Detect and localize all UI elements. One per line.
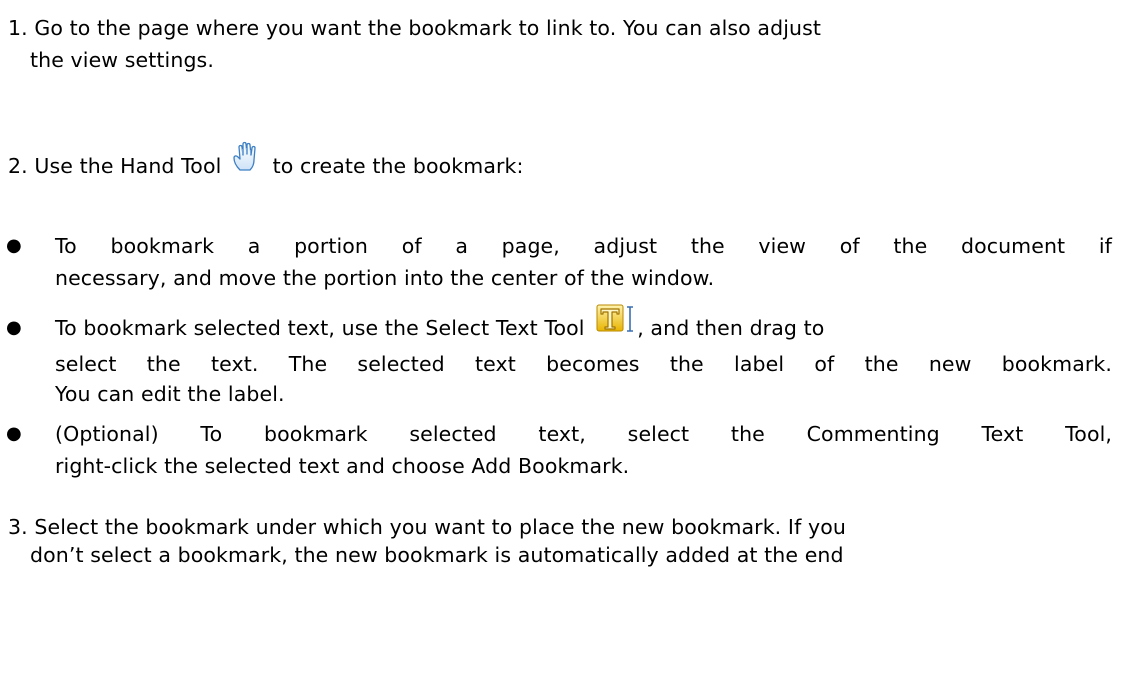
- step-3-number: 3.: [8, 515, 28, 539]
- step-1-line-1: 1. Go to the page where you want the boo…: [8, 14, 821, 42]
- bullet-1-marker: ●: [6, 235, 22, 256]
- step-1-line-2: the view settings.: [30, 48, 214, 72]
- bullet-1-line-1: To bookmark a portion of a page, adjust …: [55, 234, 1112, 258]
- step-2-line: 2. Use the Hand Tool to create the bookm…: [8, 141, 524, 180]
- step-3-line-2: don’t select a bookmark, the new bookmar…: [30, 543, 844, 567]
- step-3-line-1: 3. Select the bookmark under which you w…: [8, 513, 846, 541]
- step-3-text: Select the bookmark under which you want…: [34, 515, 846, 539]
- step-1-text: Go to the page where you want the bookma…: [34, 16, 822, 40]
- select-text-tool-icon: [595, 302, 637, 336]
- bullet-2-text-after: , and then drag to: [637, 316, 825, 340]
- bullet-1-line-2: necessary, and move the portion into the…: [55, 266, 715, 290]
- bullet-2-text-before: To bookmark selected text, use the Selec…: [55, 316, 585, 340]
- hand-tool-icon: [230, 140, 264, 174]
- bullet-2-line-1: To bookmark selected text, use the Selec…: [55, 304, 825, 342]
- step-2-number: 2.: [8, 154, 28, 178]
- step-2-text-before: Use the Hand Tool: [34, 154, 222, 178]
- document-page: 1. Go to the page where you want the boo…: [0, 0, 1121, 695]
- step-2-text-after: to create the bookmark:: [272, 154, 524, 178]
- bullet-2-line-3: You can edit the label.: [55, 382, 285, 406]
- bullet-2-marker: ●: [6, 317, 22, 338]
- step-1-number: 1.: [8, 16, 28, 40]
- bullet-2-line-2: select the text. The selected text becom…: [55, 352, 1112, 376]
- bullet-3-line-2: right-click the selected text and choose…: [55, 454, 630, 478]
- bullet-3-line-1: (Optional) To bookmark selected text, se…: [55, 422, 1112, 446]
- bullet-3-marker: ●: [6, 423, 22, 444]
